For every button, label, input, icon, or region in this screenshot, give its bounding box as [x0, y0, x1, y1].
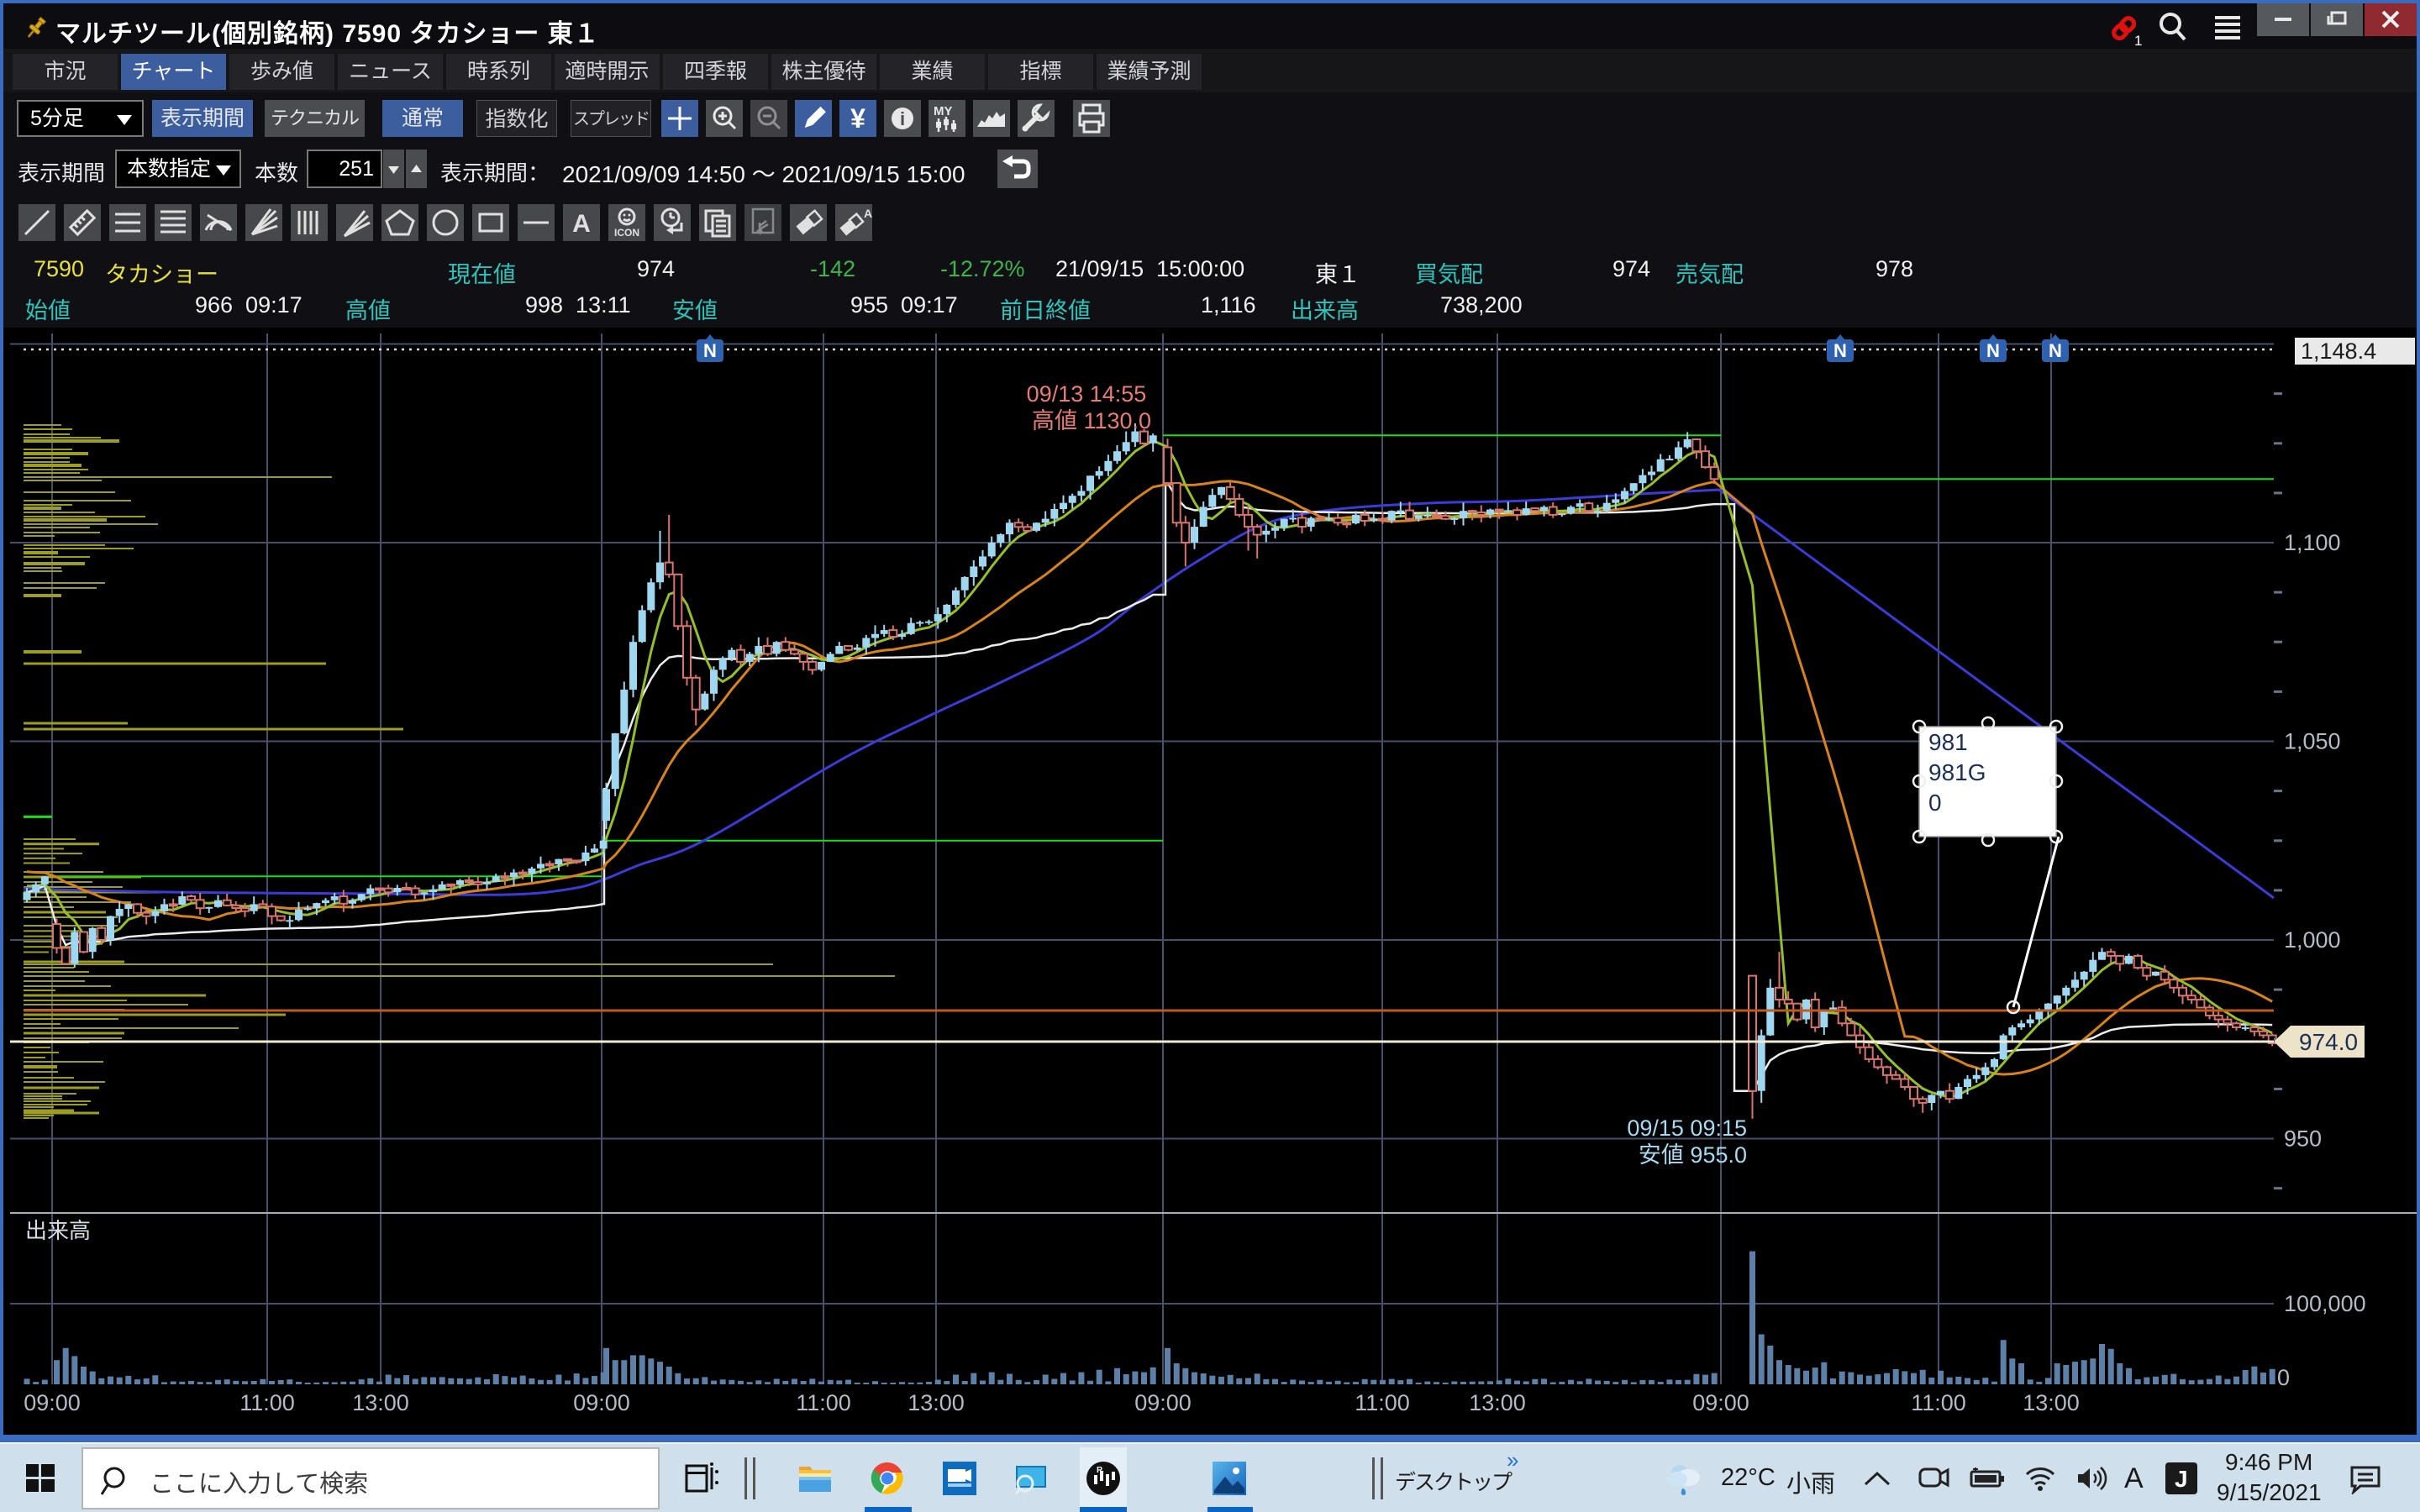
svg-text:13:00: 13:00 — [1469, 1390, 1526, 1415]
svg-text:¥: ¥ — [850, 103, 865, 134]
svg-text:100,000: 100,000 — [2284, 1291, 2366, 1316]
svg-text:11:00: 11:00 — [239, 1390, 295, 1415]
svg-text:13:00: 13:00 — [2023, 1390, 2080, 1415]
svg-text:高値 1130.0: 高値 1130.0 — [1032, 408, 1151, 433]
svg-text:13:00: 13:00 — [908, 1390, 965, 1415]
svg-text:09:00: 09:00 — [24, 1390, 81, 1415]
svg-text:ICON: ICON — [614, 227, 639, 239]
svg-text:A: A — [864, 207, 872, 220]
svg-text:09:00: 09:00 — [1134, 1390, 1192, 1415]
svg-text:11:00: 11:00 — [1355, 1390, 1410, 1415]
svg-text:出来高: 出来高 — [25, 1218, 91, 1243]
svg-text:1,148.4: 1,148.4 — [2301, 339, 2376, 364]
svg-text:N: N — [703, 340, 717, 361]
svg-text:981G: 981G — [1928, 759, 1986, 785]
svg-text:MY: MY — [934, 104, 953, 118]
svg-text:1,050: 1,050 — [2284, 729, 2341, 754]
svg-text:安値 955.0: 安値 955.0 — [1639, 1142, 1747, 1168]
svg-text:11:00: 11:00 — [796, 1390, 851, 1415]
svg-text:0: 0 — [1928, 790, 1942, 816]
svg-text:1: 1 — [2134, 33, 2142, 47]
svg-text:R: R — [1097, 1466, 1103, 1475]
svg-text:A: A — [572, 210, 591, 238]
svg-text:N: N — [1833, 340, 1847, 361]
svg-text:N: N — [2049, 340, 2062, 361]
svg-text:N: N — [1986, 340, 2000, 361]
svg-text:09/15 09:15: 09/15 09:15 — [1627, 1116, 1747, 1141]
svg-text:09:00: 09:00 — [1692, 1390, 1749, 1415]
svg-text:981: 981 — [1928, 729, 1968, 755]
svg-text:i: i — [900, 108, 905, 129]
svg-text:09:00: 09:00 — [573, 1390, 630, 1415]
svg-text:09/13 14:55: 09/13 14:55 — [1027, 381, 1147, 407]
svg-text:950: 950 — [2284, 1126, 2322, 1152]
svg-text:1,100: 1,100 — [2284, 530, 2341, 555]
svg-text:974.0: 974.0 — [2299, 1029, 2358, 1055]
svg-text:0: 0 — [2277, 1365, 2290, 1390]
svg-text:11:00: 11:00 — [1911, 1390, 1966, 1415]
svg-text:1,000: 1,000 — [2284, 927, 2341, 953]
svg-text:13:00: 13:00 — [352, 1390, 409, 1415]
